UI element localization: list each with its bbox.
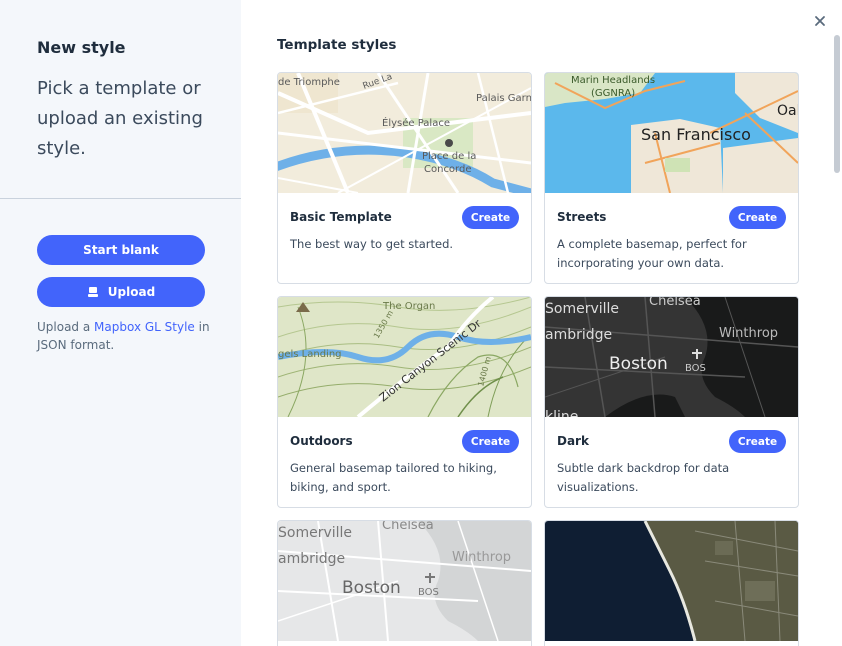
upload-label: Upload (107, 285, 156, 299)
map-label: Chelsea (649, 297, 701, 309)
map-label: Winthrop (452, 550, 511, 565)
map-label: ambridge (545, 327, 612, 343)
template-card-basic[interactable]: de Triomphe Rue La Palais Garn Élysée Pa… (277, 72, 532, 284)
page-title: Template styles (277, 37, 397, 53)
map-label: Winthrop (719, 326, 778, 341)
map-label: ambridge (278, 551, 345, 567)
scrollbar[interactable] (834, 35, 840, 173)
upload-help-text: Upload a Mapbox GL Style in JSON format. (37, 318, 212, 354)
divider (0, 198, 241, 199)
map-label: BOS (418, 587, 439, 598)
template-description: General basemap tailored to hiking, biki… (290, 461, 497, 494)
map-label: BOS (685, 363, 706, 374)
template-card-outdoors[interactable]: The Organ gels Landing Zion Canyon Sceni… (277, 296, 532, 508)
upload-button[interactable]: Upload (37, 277, 205, 307)
outdoors-map-thumbnail: The Organ gels Landing Zion Canyon Sceni… (278, 297, 531, 417)
map-label: Chelsea (382, 521, 434, 533)
template-name: Outdoors (290, 434, 353, 448)
map-label: Boston (342, 578, 401, 598)
map-label: kline (545, 409, 578, 417)
map-label: gels Landing (278, 349, 342, 360)
basic-map-thumbnail: de Triomphe Rue La Palais Garn Élysée Pa… (278, 73, 531, 193)
light-map-thumbnail: Somerville Chelsea ambridge Winthrop Bos… (278, 521, 531, 641)
template-name: Streets (557, 210, 607, 224)
map-label: Boston (609, 354, 668, 374)
mapbox-gl-style-link[interactable]: Mapbox GL Style (94, 320, 195, 334)
map-label: Somerville (545, 301, 619, 317)
create-button[interactable]: Create (462, 430, 519, 453)
start-blank-button[interactable]: Start blank (37, 235, 205, 265)
help-prefix: Upload a (37, 320, 95, 334)
map-label: Élysée Palace (382, 116, 450, 129)
template-name: Dark (557, 434, 589, 448)
template-name: Basic Template (290, 210, 392, 224)
template-description: Subtle dark backdrop for data visualizat… (557, 461, 730, 494)
dark-map-thumbnail: Somerville Chelsea ambridge Winthrop Bos… (545, 297, 798, 417)
map-label: Palais Garn (476, 93, 531, 104)
map-label: Oal (777, 103, 798, 119)
template-card-light[interactable]: Somerville Chelsea ambridge Winthrop Bos… (277, 520, 532, 646)
streets-map-thumbnail: Marin Headlands (GGNRA) San Francisco Oa… (545, 73, 798, 193)
map-label: Place de la (422, 151, 476, 162)
template-card-streets[interactable]: Marin Headlands (GGNRA) San Francisco Oa… (544, 72, 799, 284)
template-description: A complete basemap, perfect for incorpor… (557, 237, 747, 270)
close-icon[interactable] (811, 12, 829, 30)
map-label: The Organ (382, 301, 435, 312)
sidebar: New style Pick a template or upload an e… (0, 0, 241, 646)
map-label: (GGNRA) (591, 88, 635, 99)
map-label: San Francisco (641, 125, 751, 144)
template-card-dark[interactable]: Somerville Chelsea ambridge Winthrop Bos… (544, 296, 799, 508)
template-card-satellite[interactable] (544, 520, 799, 646)
map-label: Concorde (424, 164, 472, 175)
satellite-map-thumbnail (545, 521, 798, 641)
create-button[interactable]: Create (729, 430, 786, 453)
map-label: Marin Headlands (571, 75, 655, 86)
sidebar-title: New style (37, 38, 126, 57)
create-button[interactable]: Create (462, 206, 519, 229)
map-label: Somerville (278, 525, 352, 541)
start-blank-label: Start blank (83, 243, 159, 257)
sidebar-description: Pick a template or upload an existing st… (37, 78, 203, 159)
template-description: The best way to get started. (290, 237, 454, 251)
upload-icon (87, 287, 98, 297)
create-button[interactable]: Create (729, 206, 786, 229)
map-label: de Triomphe (278, 77, 340, 88)
